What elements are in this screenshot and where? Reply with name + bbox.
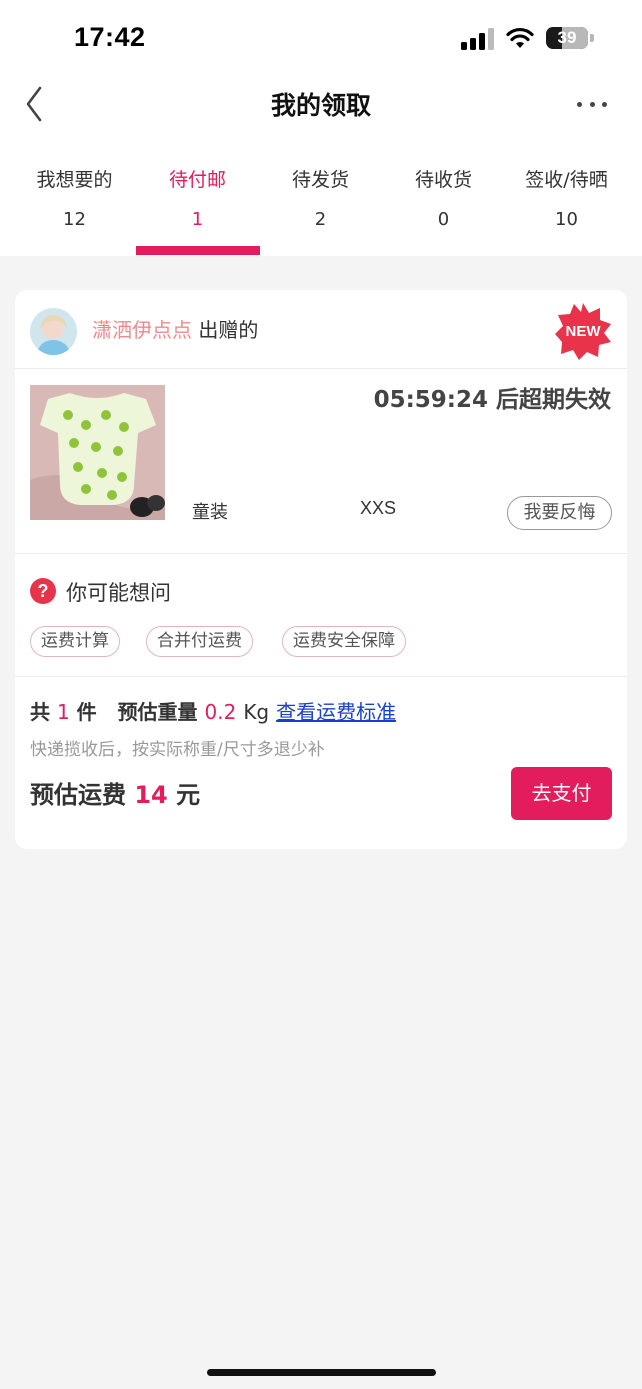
question-icon: ?	[30, 578, 56, 604]
shipping-note: 快递揽收后，按实际称重/尺寸多退少补	[30, 740, 325, 760]
tab-count: 2	[314, 209, 327, 230]
tab-pending-dispatch[interactable]: 待发货 2	[259, 164, 382, 256]
faq-tag-fee-calc[interactable]: 运费计算	[30, 626, 120, 657]
divider	[15, 368, 627, 369]
battery-level: 39	[557, 28, 577, 47]
tab-wanted[interactable]: 我想要的 12	[13, 164, 136, 256]
expiry-countdown: 05:59:24 后超期失效	[373, 387, 611, 413]
item-size: XXS	[360, 498, 397, 518]
tab-count: 0	[437, 209, 450, 230]
faq-title: 你可能想问	[66, 581, 171, 605]
tab-label: 待发货	[291, 169, 349, 191]
new-badge-icon: NEW	[555, 303, 611, 360]
order-card: 潇洒伊点点 出赠的 NEW 05:59:24 后超期失效 童装 XXS 我要反悔…	[15, 290, 627, 849]
active-tab-indicator	[136, 246, 260, 255]
tab-label: 待收货	[414, 169, 472, 191]
total-prefix: 共	[30, 700, 50, 724]
divider	[15, 553, 627, 554]
tab-pending-shipping-fee[interactable]: 待付邮 1	[136, 164, 259, 256]
tab-pending-receipt[interactable]: 待收货 0	[382, 164, 505, 256]
avatar[interactable]	[30, 308, 77, 355]
wifi-icon	[506, 27, 534, 48]
fee-amount: 14	[134, 781, 168, 809]
donor-name[interactable]: 潇洒伊点点	[92, 318, 192, 342]
tab-received-review[interactable]: 签收/待晒 10	[505, 164, 628, 256]
new-badge-label: NEW	[566, 323, 602, 340]
more-dots-icon[interactable]	[572, 92, 612, 116]
status-time: 17:42	[74, 22, 146, 52]
fee-label: 预估运费	[30, 781, 126, 809]
weight-unit: Kg	[243, 700, 270, 724]
regret-button[interactable]: 我要反悔	[507, 496, 612, 530]
tab-count: 12	[63, 209, 86, 230]
total-count: 1	[56, 700, 70, 724]
tab-label: 签收/待晒	[525, 169, 608, 191]
battery-icon: 39	[546, 27, 588, 49]
tab-label: 待付邮	[168, 169, 226, 191]
cellular-signal-icon	[461, 28, 495, 50]
weight-label: 预估重量	[117, 700, 198, 724]
page-title: 我的领取	[270, 91, 371, 120]
donor-line: 潇洒伊点点 出赠的	[92, 315, 258, 345]
tab-count: 10	[555, 209, 578, 230]
estimated-fee: 预估运费 14 元	[30, 777, 200, 813]
total-suffix: 件	[76, 700, 97, 724]
item-category: 童装	[192, 502, 228, 523]
weight-value: 0.2	[204, 700, 237, 724]
tab-count: 1	[191, 209, 204, 230]
pay-button[interactable]: 去支付	[511, 767, 612, 820]
order-summary: 共 1 件 预估重量 0.2 Kg 查看运费标准	[30, 697, 396, 727]
product-image[interactable]	[30, 385, 165, 520]
home-indicator[interactable]	[207, 1369, 436, 1376]
divider	[15, 676, 627, 677]
faq-tag-fee-security[interactable]: 运费安全保障	[282, 626, 406, 657]
donor-suffix: 出赠的	[198, 318, 259, 342]
fee-unit: 元	[176, 781, 201, 809]
battery-tip	[590, 34, 594, 42]
shipping-standard-link[interactable]: 查看运费标准	[276, 700, 396, 724]
tab-label: 我想要的	[36, 169, 113, 191]
faq-tag-combine-fee[interactable]: 合并付运费	[146, 626, 253, 657]
